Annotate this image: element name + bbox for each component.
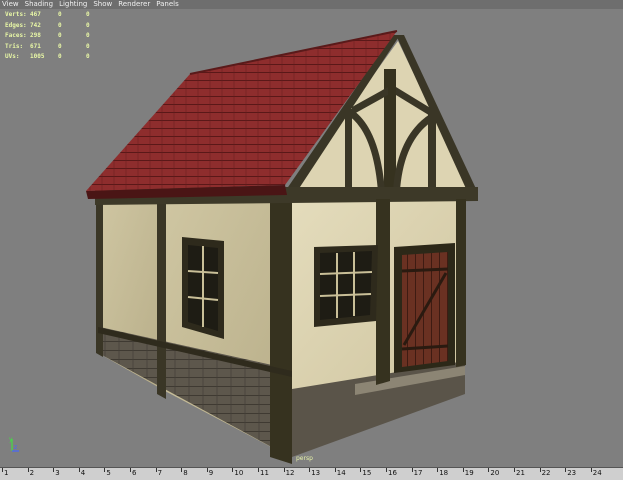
svg-text:y: y: [9, 436, 13, 443]
timeline-tick: [462, 468, 464, 472]
viewport-menubar: View Shading Lighting Show Renderer Pane…: [0, 0, 623, 9]
timeline-tick: [334, 468, 336, 472]
timeline-frame-label: 15: [362, 469, 372, 477]
timeline-frame-label: 1: [4, 469, 9, 477]
timeline-frame-label: 9: [208, 469, 214, 477]
menu-panels[interactable]: Panels: [156, 0, 179, 9]
timeline-tick: [181, 468, 183, 472]
timeline-frame-label: 3: [55, 469, 60, 477]
timeline-tick: [283, 468, 285, 472]
timeline-tick: [437, 468, 439, 472]
timeline-frame-label: 16: [388, 469, 397, 477]
timeline-tick: [411, 468, 413, 472]
timeline-frame-label: 17: [413, 469, 423, 477]
hud-row-uvs: UVs: 1005 0 0: [5, 53, 90, 60]
timeline-tick: [565, 468, 567, 472]
menu-shading[interactable]: Shading: [25, 0, 53, 9]
timeline-frame-label: 10: [234, 469, 244, 477]
timeline-frame-label: 2: [29, 469, 35, 477]
menu-view[interactable]: View: [2, 0, 19, 9]
3d-viewport[interactable]: [0, 9, 623, 467]
timeline-tick: [309, 468, 311, 472]
timeline-tick: [53, 468, 55, 472]
menu-show[interactable]: Show: [93, 0, 112, 9]
timeline-tick: [104, 468, 106, 472]
time-slider[interactable]: 1 2 3 4 5 6 7 8 9 10 11 12 13 14 15 16 17 18 19 20 21 22 23 24: [0, 467, 623, 480]
timeline-frame-label: 7: [157, 469, 163, 477]
timeline-frame-label: 18: [439, 469, 449, 477]
timeline-tick: [206, 468, 208, 472]
hud-row-tris: Tris: 671 0 0: [5, 42, 90, 50]
timeline-tick: [232, 468, 234, 472]
timeline-frame-label: 19: [464, 469, 474, 477]
house-model[interactable]: [0, 9, 623, 467]
timeline-frame-label: 20: [490, 469, 500, 477]
menu-renderer[interactable]: Renderer: [118, 0, 150, 9]
timeline-frame-label: 4: [80, 469, 86, 477]
timeline-tick: [78, 468, 80, 472]
timeline-frame-label: 5: [106, 469, 111, 477]
timeline-frame-label: 6: [132, 469, 137, 477]
timeline-frame-label: 8: [183, 469, 188, 477]
timeline-frame-label: 24: [592, 469, 602, 477]
hud-row-edges: Edges: 742 0 0: [5, 21, 90, 29]
svg-text:z: z: [14, 444, 17, 451]
timeline-tick: [2, 468, 3, 472]
timeline-frame-label: 14: [336, 469, 346, 477]
timeline-frame-label: 22: [541, 469, 551, 477]
hud-row-verts: Verts: 467 0 0: [5, 11, 90, 18]
timeline-tick: [386, 468, 387, 472]
timeline-tick: [539, 468, 541, 472]
timeline-tick: [590, 468, 592, 472]
timeline-frame-label: 23: [567, 469, 577, 477]
poly-count-hud: Verts: 467 0 0 Edges: 742 0 0 Faces: 298…: [5, 10, 106, 63]
timeline-tick: [27, 468, 29, 472]
timeline-tick: [258, 468, 259, 472]
maya-viewport-window: View Shading Lighting Show Renderer Pane…: [0, 0, 623, 480]
timeline-frame-label: 12: [285, 469, 295, 477]
timeline-frame-label: 13: [311, 469, 321, 477]
timeline-tick: [155, 468, 157, 472]
timeline-frame-label: 21: [516, 469, 525, 477]
timeline-tick: [488, 468, 490, 472]
timeline-tick: [130, 468, 131, 472]
timeline-frame-label: 11: [260, 469, 269, 477]
timeline-tick: [514, 468, 515, 472]
menu-lighting[interactable]: Lighting: [59, 0, 87, 9]
timeline-tick: [360, 468, 362, 472]
hud-row-faces: Faces: 298 0 0: [5, 32, 90, 39]
axis-gizmo-icon: y z: [9, 436, 19, 452]
camera-label: persp: [296, 455, 313, 462]
